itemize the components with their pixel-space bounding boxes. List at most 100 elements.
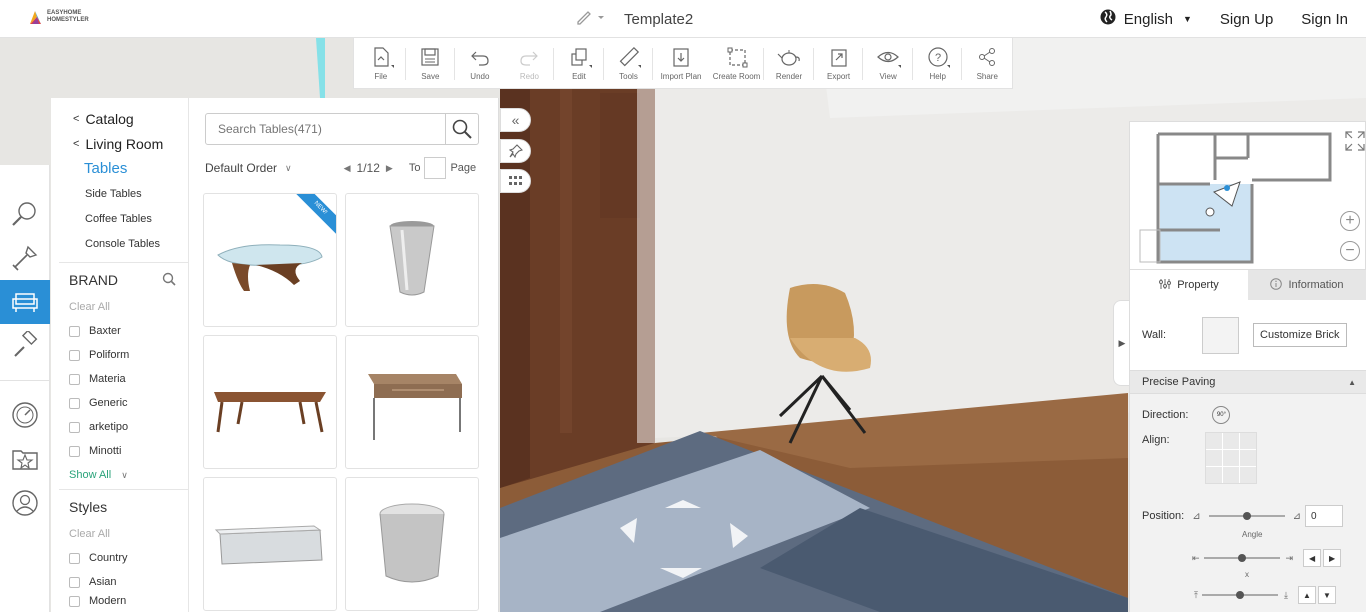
tab-information-label: Information: [1288, 279, 1344, 291]
create-room-button[interactable]: Create Room: [709, 38, 765, 89]
brand-label: Generic: [89, 397, 128, 409]
glass-coffee-table-image: [217, 244, 323, 291]
x-max-icon: ⇥: [1285, 552, 1294, 563]
rename-pencil-icon[interactable]: [576, 9, 604, 30]
y-down-button[interactable]: ▼: [1317, 586, 1336, 604]
y-slider[interactable]: [1201, 591, 1278, 599]
sign-up-link[interactable]: Sign Up: [1220, 11, 1273, 28]
brand-show-all[interactable]: Show All ∨: [51, 463, 188, 487]
y-min-icon: ⤒: [1194, 589, 1198, 600]
import-plan-button[interactable]: Import Plan: [653, 38, 709, 89]
x-slider[interactable]: [1203, 554, 1280, 562]
share-button[interactable]: Share: [962, 38, 1012, 89]
angle-slider[interactable]: [1208, 512, 1285, 520]
align-grid[interactable]: [1204, 432, 1257, 484]
brand-label: Poliform: [89, 349, 130, 361]
x-decrease-button[interactable]: ◀: [1303, 549, 1322, 567]
nav-furniture[interactable]: [0, 280, 50, 324]
style-checkbox-country[interactable]: Country: [51, 546, 188, 570]
floorplan-minimap[interactable]: [1129, 121, 1366, 270]
share-icon: [979, 48, 996, 66]
pin-catalog-button[interactable]: [500, 139, 531, 163]
y-up-button[interactable]: ▲: [1297, 586, 1316, 604]
page-number-input[interactable]: [424, 157, 447, 179]
fullscreen-icon[interactable]: [1344, 130, 1366, 152]
zoom-out-icon[interactable]: −: [1340, 241, 1360, 261]
brand-heading: BRAND: [69, 272, 119, 288]
product-card-drum-table[interactable]: [345, 477, 479, 611]
brand-checkbox-baxter[interactable]: Baxter: [51, 319, 188, 343]
file-icon: [374, 47, 389, 67]
rotate-button[interactable]: 90°: [1212, 406, 1231, 424]
angle-input[interactable]: 0: [1304, 505, 1343, 527]
x-increase-button[interactable]: ▶: [1323, 549, 1342, 567]
redo-button[interactable]: Redo: [505, 38, 555, 89]
sort-dropdown[interactable]: Default Order ∨: [205, 161, 292, 175]
nav-favorites[interactable]: [0, 437, 50, 481]
brand-checkbox-minotti[interactable]: Minotti: [51, 439, 188, 463]
language-selector[interactable]: English ▼: [1100, 9, 1192, 29]
product-card-wood-table[interactable]: [203, 335, 337, 469]
view-button[interactable]: View: [863, 38, 913, 89]
edit-button[interactable]: Edit: [554, 38, 604, 89]
chevron-left-icon: <: [73, 137, 80, 150]
collapse-catalog-button[interactable]: «: [500, 108, 531, 132]
catalog-results: Default Order ∨ ◀ 1/12 ▶ To Page NEW!: [189, 98, 499, 612]
style-checkbox-modern[interactable]: Modern: [51, 594, 188, 608]
file-button[interactable]: File: [356, 38, 406, 89]
current-category[interactable]: Tables: [51, 156, 188, 181]
search-input[interactable]: [206, 114, 446, 144]
create-room-icon: [727, 47, 748, 68]
search-icon[interactable]: [445, 114, 478, 144]
ruler-icon: [619, 46, 639, 67]
save-button[interactable]: Save: [406, 38, 456, 89]
tools-label: Tools: [619, 72, 638, 81]
brand-checkbox-materia[interactable]: Materia: [51, 367, 188, 391]
language-label: English: [1123, 10, 1173, 28]
product-card-metal-side-table[interactable]: [345, 193, 479, 327]
collapse-properties-button[interactable]: ▶: [1113, 300, 1130, 386]
breadcrumb-living-room[interactable]: < Living Room: [51, 131, 188, 156]
product-card-glass-table[interactable]: NEW!: [203, 193, 337, 327]
wall-label: Wall:: [1142, 329, 1167, 341]
product-card-glass-coffee-table[interactable]: [203, 477, 337, 611]
nav-decorate[interactable]: [0, 324, 50, 368]
brand-clear-all[interactable]: Clear All: [51, 295, 188, 319]
nav-compass[interactable]: [0, 393, 50, 437]
precise-paving-header[interactable]: Precise Paving ▲: [1130, 370, 1366, 394]
subcategory-coffee-tables[interactable]: Coffee Tables: [51, 206, 188, 231]
export-button[interactable]: Export: [814, 38, 864, 89]
nav-account[interactable]: [0, 481, 50, 525]
brand-search-icon[interactable]: [162, 272, 176, 289]
nav-search[interactable]: [0, 192, 50, 236]
brand-checkbox-generic[interactable]: Generic: [51, 391, 188, 415]
brand-checkbox-arketipo[interactable]: arketipo: [51, 415, 188, 439]
subcategory-console-tables[interactable]: Console Tables: [51, 231, 188, 256]
import-plan-label: Import Plan: [660, 72, 702, 81]
sign-in-link[interactable]: Sign In: [1301, 11, 1348, 28]
styles-clear-all[interactable]: Clear All: [51, 522, 188, 546]
logo[interactable]: EASYHOME HOMESTYLER: [28, 9, 89, 25]
product-card-console-table[interactable]: [345, 335, 479, 469]
document-title[interactable]: Template2: [624, 11, 693, 28]
zoom-in-icon[interactable]: +: [1340, 211, 1360, 231]
metal-side-table-image: [389, 221, 435, 296]
brand-checkbox-poliform[interactable]: Poliform: [51, 343, 188, 367]
subcategory-side-tables[interactable]: Side Tables: [51, 181, 188, 206]
grid-view-button[interactable]: [500, 169, 531, 193]
undo-button[interactable]: Undo: [455, 38, 505, 89]
help-button[interactable]: ? Help: [913, 38, 963, 89]
svg-text:?: ?: [935, 52, 941, 64]
tab-information[interactable]: Information: [1248, 270, 1366, 300]
tab-property[interactable]: Property: [1130, 270, 1248, 300]
breadcrumb-catalog[interactable]: < Catalog: [51, 106, 188, 131]
customize-brick-button[interactable]: Customize Brick: [1253, 323, 1347, 347]
render-button[interactable]: Render: [764, 38, 814, 89]
paint-roller-icon: [14, 331, 38, 357]
tools-button[interactable]: Tools: [604, 38, 654, 89]
wall-material-swatch[interactable]: [1202, 316, 1240, 354]
style-checkbox-asian[interactable]: Asian: [51, 570, 188, 594]
nav-build[interactable]: [0, 236, 50, 280]
prev-page-icon[interactable]: ◀: [344, 163, 351, 174]
next-page-icon[interactable]: ▶: [386, 163, 393, 174]
